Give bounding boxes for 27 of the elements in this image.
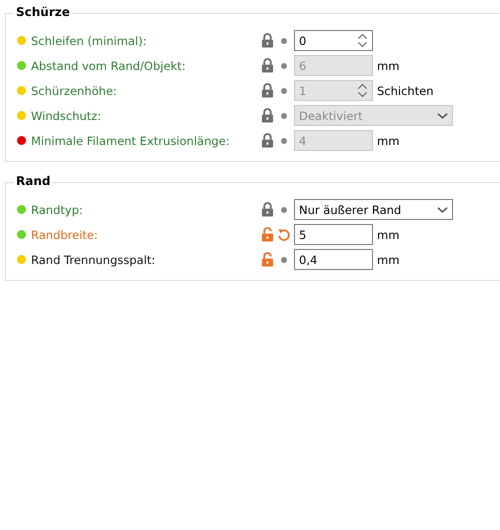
unit-label: mm [377, 58, 400, 72]
setting-label: Schürzenhöhe: [31, 84, 118, 98]
setting-label: Abstand vom Rand/Objekt: [31, 58, 187, 72]
setting-label: Schleifen (minimal): [31, 34, 148, 48]
input-field[interactable]: 0,4 [294, 249, 373, 270]
unlocked-icon[interactable] [261, 252, 274, 267]
chevron-down-icon [437, 206, 448, 214]
setting-label: Randbreite: [31, 228, 99, 242]
input-field[interactable]: 5 [294, 224, 373, 245]
setting-label: Windschutz: [31, 108, 102, 122]
unit-label: mm [377, 134, 400, 148]
setting-label: Minimale Filament Extrusionlänge: [31, 134, 231, 148]
unlocked-icon[interactable] [261, 227, 274, 242]
setting-label: Rand Trennungsspalt: [31, 252, 156, 266]
spin-field[interactable]: 0 [294, 30, 373, 51]
locked-icon[interactable] [261, 202, 274, 217]
locked-icon[interactable] [261, 33, 274, 48]
unit-label: mm [377, 252, 400, 266]
unit-label: Schichten [377, 84, 434, 98]
chevron-down-icon [437, 112, 448, 120]
unit-label: mm [377, 228, 400, 242]
undo-icon[interactable] [277, 228, 291, 242]
dropdown[interactable]: Nur äußerer Rand [294, 199, 453, 220]
group-title: Schürze [14, 5, 72, 19]
setting-label: Randtyp: [31, 202, 84, 216]
spin-arrows-icon[interactable] [357, 32, 368, 49]
group-title: Rand [14, 174, 52, 188]
